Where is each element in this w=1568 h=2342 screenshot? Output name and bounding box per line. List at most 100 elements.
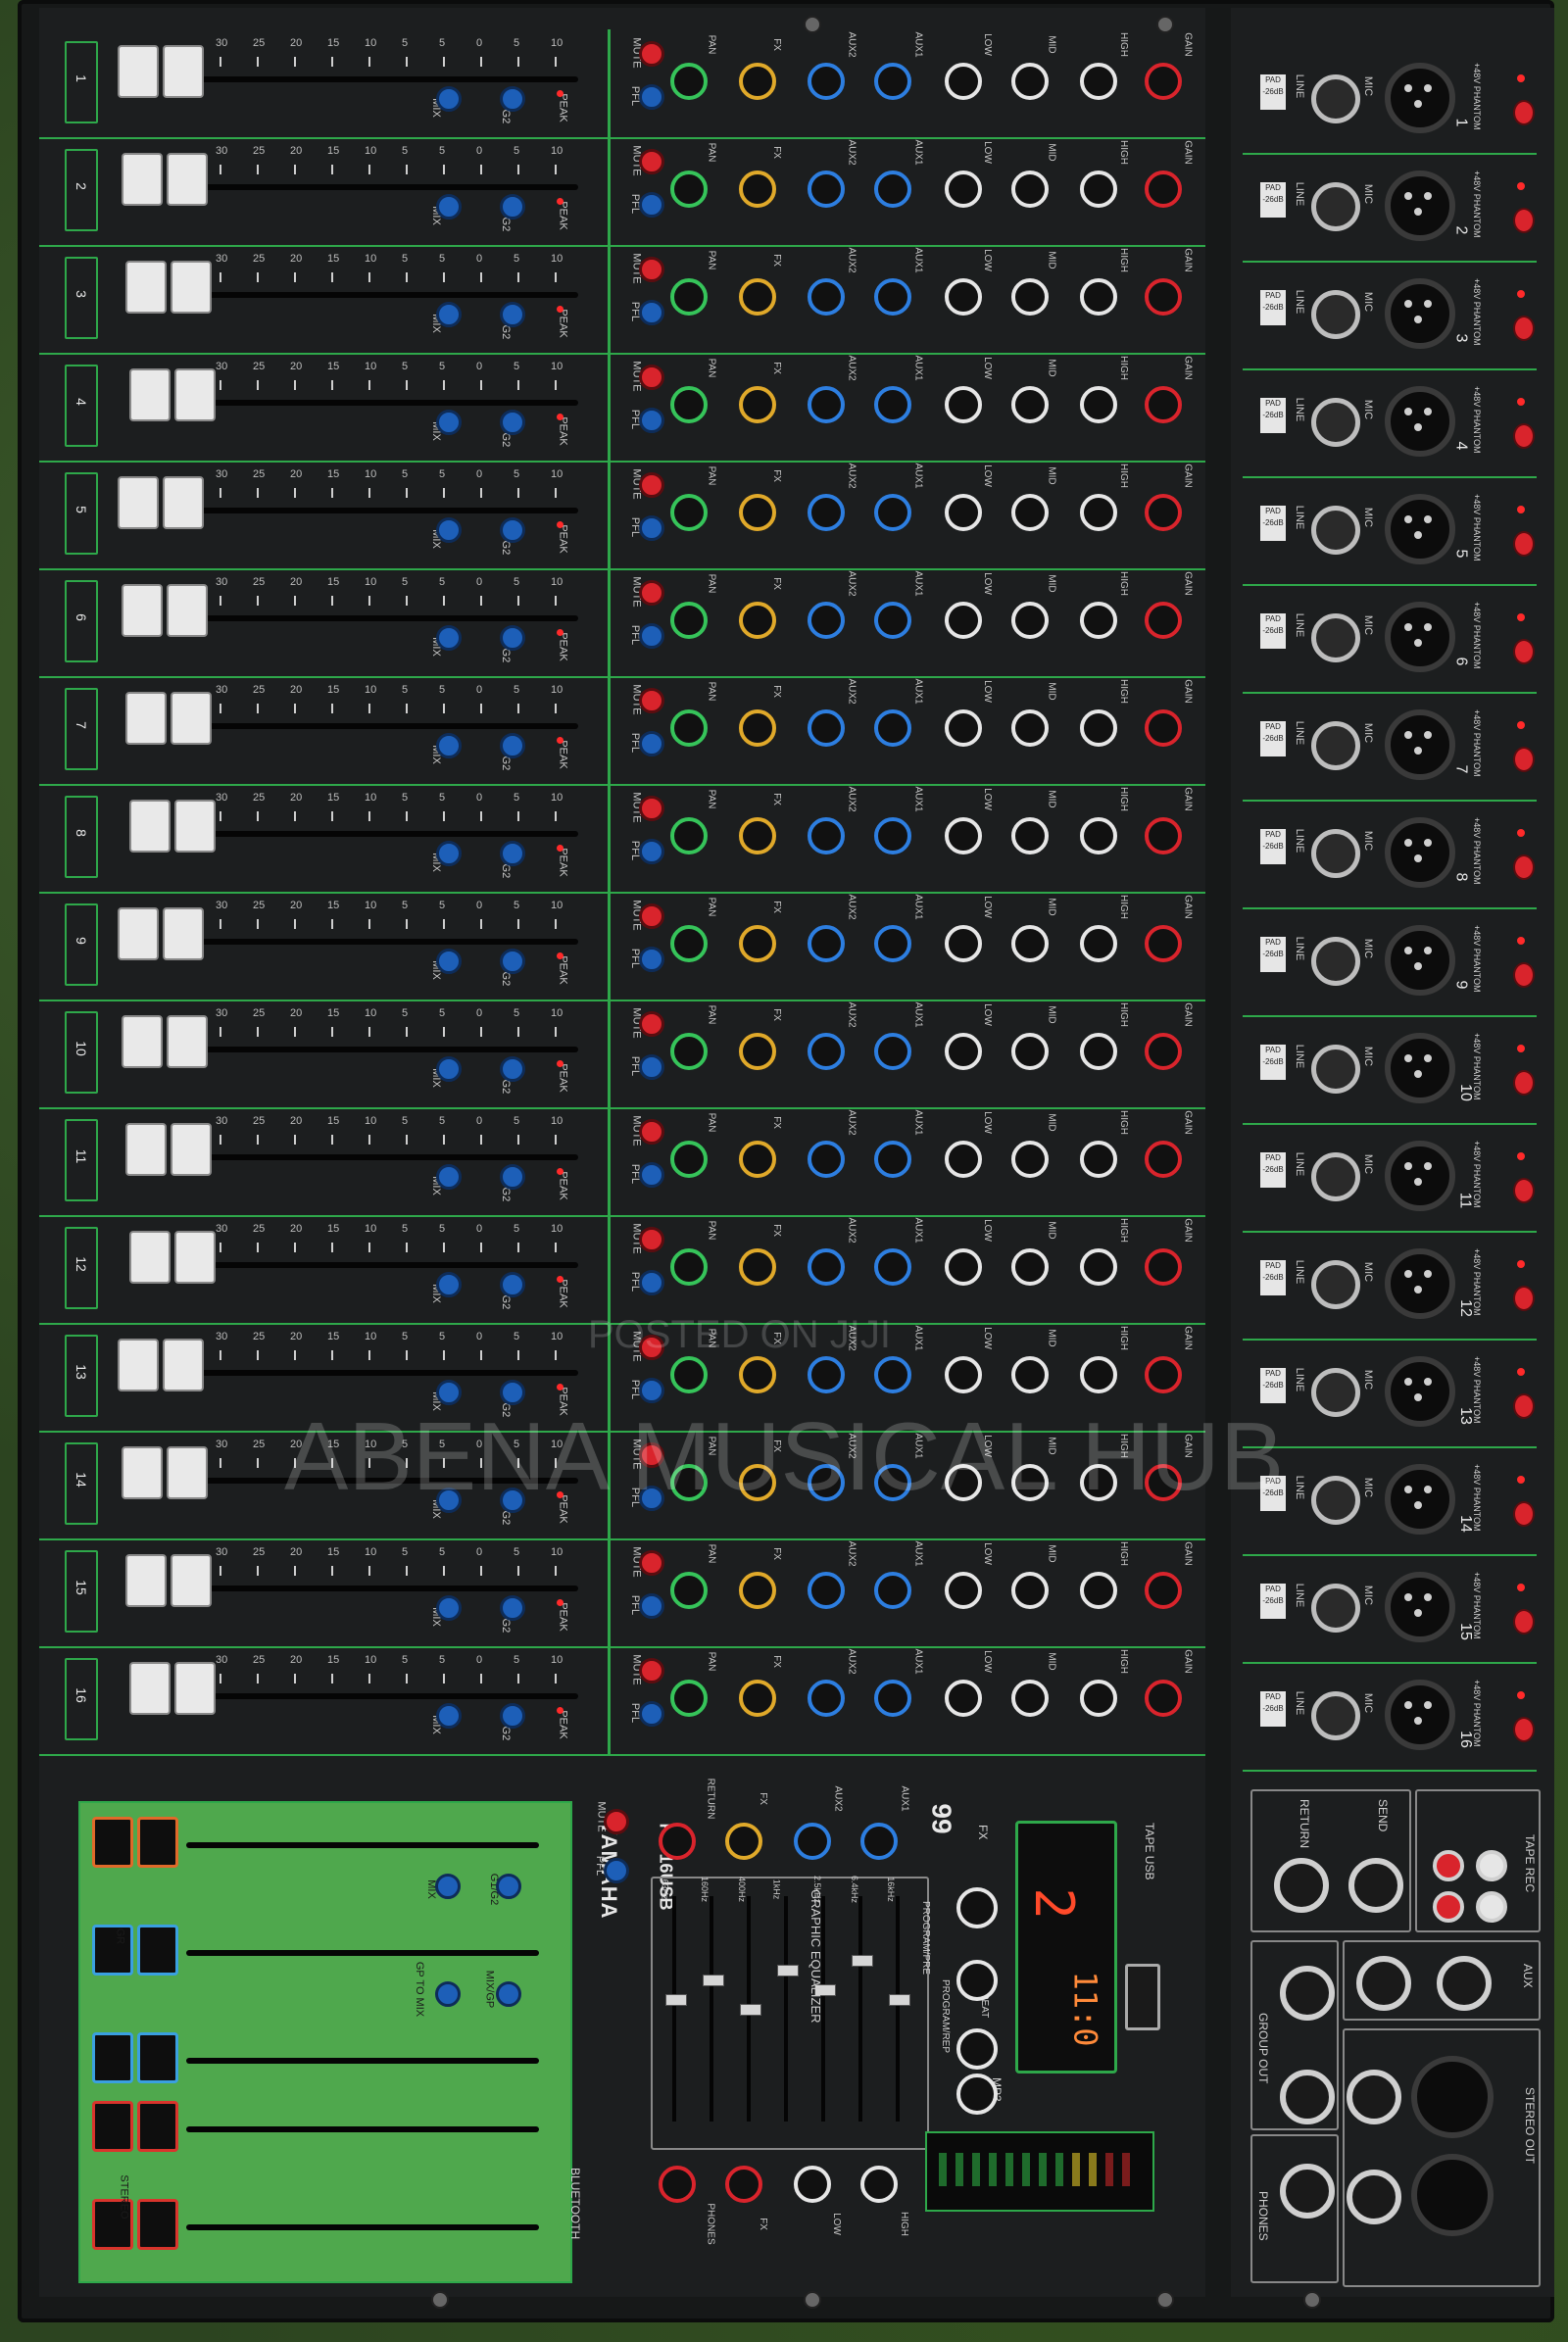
pan-knob[interactable] xyxy=(670,494,708,531)
fx-send-knob[interactable] xyxy=(739,817,776,854)
eq-high-knob[interactable] xyxy=(1080,1141,1117,1178)
pad-switch[interactable]: PAD -26dB xyxy=(1260,1152,1286,1188)
mix-assign-button[interactable] xyxy=(436,841,462,866)
phantom-switch[interactable] xyxy=(1513,1717,1535,1742)
geq-fader-cap[interactable] xyxy=(777,1965,799,1976)
mute-button[interactable] xyxy=(639,472,664,498)
gain-knob[interactable] xyxy=(1145,386,1182,423)
pad-switch[interactable]: PAD -26dB xyxy=(1260,1691,1286,1727)
eq-high-knob[interactable] xyxy=(1080,63,1117,100)
phantom-switch[interactable] xyxy=(1513,747,1535,772)
phantom-switch[interactable] xyxy=(1513,316,1535,341)
eq-high-knob[interactable] xyxy=(1080,1356,1117,1393)
eq-low-knob[interactable] xyxy=(945,494,982,531)
geq-fader-cap[interactable] xyxy=(703,1975,724,1986)
mute-button[interactable] xyxy=(639,1550,664,1576)
pan-knob[interactable] xyxy=(670,1141,708,1178)
mic-xlr-input[interactable] xyxy=(1385,1141,1455,1211)
mic-xlr-input[interactable] xyxy=(1385,1356,1455,1427)
mix-assign-button[interactable] xyxy=(436,194,462,220)
mute-button[interactable] xyxy=(639,1011,664,1037)
mix-assign-button[interactable] xyxy=(436,517,462,543)
mix-assign-button[interactable] xyxy=(436,1595,462,1621)
phantom-switch[interactable] xyxy=(1513,1286,1535,1311)
master-aux1-knob[interactable] xyxy=(860,1823,898,1860)
mix-assign-button[interactable] xyxy=(436,1703,462,1729)
pfl-button[interactable] xyxy=(639,1701,664,1727)
eq-high-knob[interactable] xyxy=(1080,1572,1117,1609)
eq-low-knob[interactable] xyxy=(945,1248,982,1286)
fader-cap[interactable] xyxy=(174,800,216,853)
pfl-button[interactable] xyxy=(639,1054,664,1080)
mute-button[interactable] xyxy=(639,257,664,282)
eq-high-knob[interactable] xyxy=(1080,1033,1117,1070)
return-jack[interactable] xyxy=(1274,1858,1329,1913)
program-knob[interactable] xyxy=(956,2074,998,2115)
mute-button[interactable] xyxy=(639,796,664,821)
fader-cap[interactable] xyxy=(129,368,171,421)
mix-assign-button[interactable] xyxy=(436,949,462,974)
mic-xlr-input[interactable] xyxy=(1385,925,1455,996)
stereo-out-jack[interactable] xyxy=(1347,2170,1401,2224)
fader-cap[interactable] xyxy=(174,1231,216,1284)
mix-assign-button[interactable] xyxy=(436,1056,462,1082)
aux2-knob[interactable] xyxy=(808,494,845,531)
geq-fader-cap[interactable] xyxy=(740,2004,761,2016)
group-assign-button[interactable] xyxy=(500,625,525,651)
phantom-switch[interactable] xyxy=(1513,531,1535,557)
mute-button[interactable] xyxy=(639,41,664,67)
eq-low-knob[interactable] xyxy=(945,63,982,100)
master-fader-cap[interactable] xyxy=(92,1925,133,1976)
pan-knob[interactable] xyxy=(670,63,708,100)
pfl-button[interactable] xyxy=(639,1593,664,1619)
fx-send-knob[interactable] xyxy=(739,1141,776,1178)
phantom-switch[interactable] xyxy=(1513,854,1535,880)
eq-high-knob[interactable] xyxy=(1080,386,1117,423)
mute-button[interactable] xyxy=(639,1658,664,1683)
fader-cap[interactable] xyxy=(129,1231,171,1284)
fader-cap[interactable] xyxy=(174,1662,216,1715)
group-assign-button[interactable] xyxy=(500,949,525,974)
fader-cap[interactable] xyxy=(163,907,204,960)
mic-xlr-input[interactable] xyxy=(1385,171,1455,241)
master-mix-button[interactable] xyxy=(435,1874,461,1899)
eq-low-knob[interactable] xyxy=(945,1141,982,1178)
fader-cap[interactable] xyxy=(171,261,212,314)
gain-knob[interactable] xyxy=(1145,1680,1182,1717)
line-jack[interactable] xyxy=(1311,290,1360,339)
eq-low-knob[interactable] xyxy=(945,925,982,962)
fx-send-knob[interactable] xyxy=(739,1356,776,1393)
pfl-button[interactable] xyxy=(639,408,664,433)
gain-knob[interactable] xyxy=(1145,1356,1182,1393)
fader-cap[interactable] xyxy=(171,692,212,745)
master-fader-cap[interactable] xyxy=(137,1925,178,1976)
aux2-knob[interactable] xyxy=(808,925,845,962)
eq-mid-knob[interactable] xyxy=(1011,1356,1049,1393)
line-jack[interactable] xyxy=(1311,1045,1360,1094)
mic-xlr-input[interactable] xyxy=(1385,1572,1455,1642)
eq-low-knob[interactable] xyxy=(945,1680,982,1717)
line-jack[interactable] xyxy=(1311,1476,1360,1525)
pan-knob[interactable] xyxy=(670,709,708,747)
pad-switch[interactable]: PAD -26dB xyxy=(1260,829,1286,864)
eq-low-knob[interactable] xyxy=(945,817,982,854)
mix-assign-button[interactable] xyxy=(436,1164,462,1190)
pfl-button[interactable] xyxy=(639,515,664,541)
mute-button[interactable] xyxy=(639,149,664,174)
phones-level-knob[interactable] xyxy=(659,2166,696,2203)
group-assign-button[interactable] xyxy=(500,302,525,327)
gp-to-mix-button[interactable] xyxy=(435,1981,461,2007)
group-assign-button[interactable] xyxy=(500,410,525,435)
fx-send-knob[interactable] xyxy=(739,386,776,423)
mic-xlr-input[interactable] xyxy=(1385,386,1455,457)
master-fx-knob[interactable] xyxy=(725,1823,762,1860)
line-jack[interactable] xyxy=(1311,613,1360,662)
master-fader-cap[interactable] xyxy=(137,2032,178,2083)
eq-mid-knob[interactable] xyxy=(1011,1033,1049,1070)
gain-knob[interactable] xyxy=(1145,1572,1182,1609)
aux2-knob[interactable] xyxy=(808,1033,845,1070)
gain-knob[interactable] xyxy=(1145,602,1182,639)
eq-mid-knob[interactable] xyxy=(1011,494,1049,531)
line-jack[interactable] xyxy=(1311,1368,1360,1417)
group-assign-button[interactable] xyxy=(500,194,525,220)
